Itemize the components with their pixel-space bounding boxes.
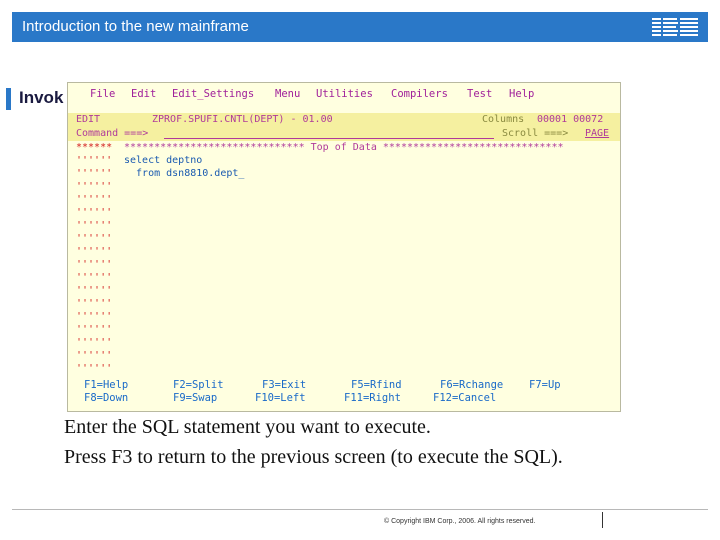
top-of-data: ****************************** Top of Da… xyxy=(124,142,564,153)
header-title: Introduction to the new mainframe xyxy=(22,18,249,35)
fkey-f9[interactable]: F9=Swap xyxy=(173,392,217,404)
line-number[interactable]: '''''' xyxy=(76,220,112,231)
menu-compilers[interactable]: Compilers xyxy=(391,88,448,100)
code-line-1[interactable]: select deptno xyxy=(124,155,202,167)
menu-edit[interactable]: Edit xyxy=(131,88,156,100)
fkey-f7[interactable]: F7=Up xyxy=(529,379,561,391)
menu-edit-settings[interactable]: Edit_Settings xyxy=(172,88,254,100)
fkey-f5[interactable]: F5=Rfind xyxy=(351,379,402,391)
footer-copyright: © Copyright IBM Corp., 2006. All rights … xyxy=(384,518,536,525)
line-number[interactable]: '''''' xyxy=(76,298,112,309)
title-accent-bar xyxy=(6,88,11,110)
menu-bar: File Edit Edit_Settings Menu Utilities C… xyxy=(68,83,620,105)
fkey-f11[interactable]: F11=Right xyxy=(344,392,401,404)
ibm-logo-icon xyxy=(652,18,698,36)
menu-help[interactable]: Help xyxy=(509,88,534,100)
edit-status-row: EDIT ZPROF.SPUFI.CNTL(DEPT) - 01.00 Colu… xyxy=(68,113,620,127)
command-input[interactable] xyxy=(164,138,494,139)
top-line-marker: ****** xyxy=(76,142,113,153)
footer-divider xyxy=(12,509,708,510)
line-number[interactable]: '''''' xyxy=(76,207,112,218)
line-number[interactable]: '''''' xyxy=(76,350,112,361)
scroll-label: Scroll ===> xyxy=(502,128,569,139)
line-number[interactable]: '''''' xyxy=(76,155,112,166)
command-row: Command ===> Scroll ===> PAGE xyxy=(68,127,620,141)
menu-file[interactable]: File xyxy=(90,88,115,100)
columns-label: Columns xyxy=(482,114,525,125)
function-keys: F1=Help F2=Split F3=Exit F5=Rfind F6=Rch… xyxy=(68,379,620,411)
line-number[interactable]: '''''' xyxy=(76,311,112,322)
line-number[interactable]: '''''' xyxy=(76,233,112,244)
line-number[interactable]: '''''' xyxy=(76,272,112,283)
edit-label: EDIT xyxy=(76,114,101,125)
line-number[interactable]: '''''' xyxy=(76,246,112,257)
fkey-f12[interactable]: F12=Cancel xyxy=(433,392,496,404)
instruction-line-1: Enter the SQL statement you want to exec… xyxy=(64,416,431,438)
instruction-line-2: Press F3 to return to the previous scree… xyxy=(64,446,563,468)
line-number[interactable]: '''''' xyxy=(76,181,112,192)
fkey-f8[interactable]: F8=Down xyxy=(84,392,128,404)
dataset-name: ZPROF.SPUFI.CNTL(DEPT) - 01.00 xyxy=(152,114,333,125)
line-number[interactable]: '''''' xyxy=(76,363,112,374)
fkey-f2[interactable]: F2=Split xyxy=(173,379,224,391)
line-number[interactable]: '''''' xyxy=(76,259,112,270)
ispf-edit-terminal: File Edit Edit_Settings Menu Utilities C… xyxy=(67,82,621,412)
menu-test[interactable]: Test xyxy=(467,88,492,100)
line-number[interactable]: '''''' xyxy=(76,337,112,348)
fkey-f10[interactable]: F10=Left xyxy=(255,392,306,404)
line-number[interactable]: '''''' xyxy=(76,194,112,205)
menu-utilities[interactable]: Utilities xyxy=(316,88,373,100)
columns-value: 00001 00072 xyxy=(537,114,604,125)
slide-title: Invok xyxy=(19,88,64,107)
menu-menu[interactable]: Menu xyxy=(275,88,300,100)
header-bar: Introduction to the new mainframe xyxy=(12,12,708,42)
fkey-f3[interactable]: F3=Exit xyxy=(262,379,306,391)
line-number[interactable]: '''''' xyxy=(76,324,112,335)
fkey-f1[interactable]: F1=Help xyxy=(84,379,128,391)
line-number[interactable]: '''''' xyxy=(76,168,112,179)
line-number[interactable]: '''''' xyxy=(76,285,112,296)
scroll-value[interactable]: PAGE xyxy=(585,128,609,140)
fkey-f6[interactable]: F6=Rchange xyxy=(440,379,503,391)
command-label: Command ===> xyxy=(76,128,149,139)
code-line-2[interactable]: from dsn8810.dept_ xyxy=(124,168,244,180)
footer-tick xyxy=(602,512,603,528)
